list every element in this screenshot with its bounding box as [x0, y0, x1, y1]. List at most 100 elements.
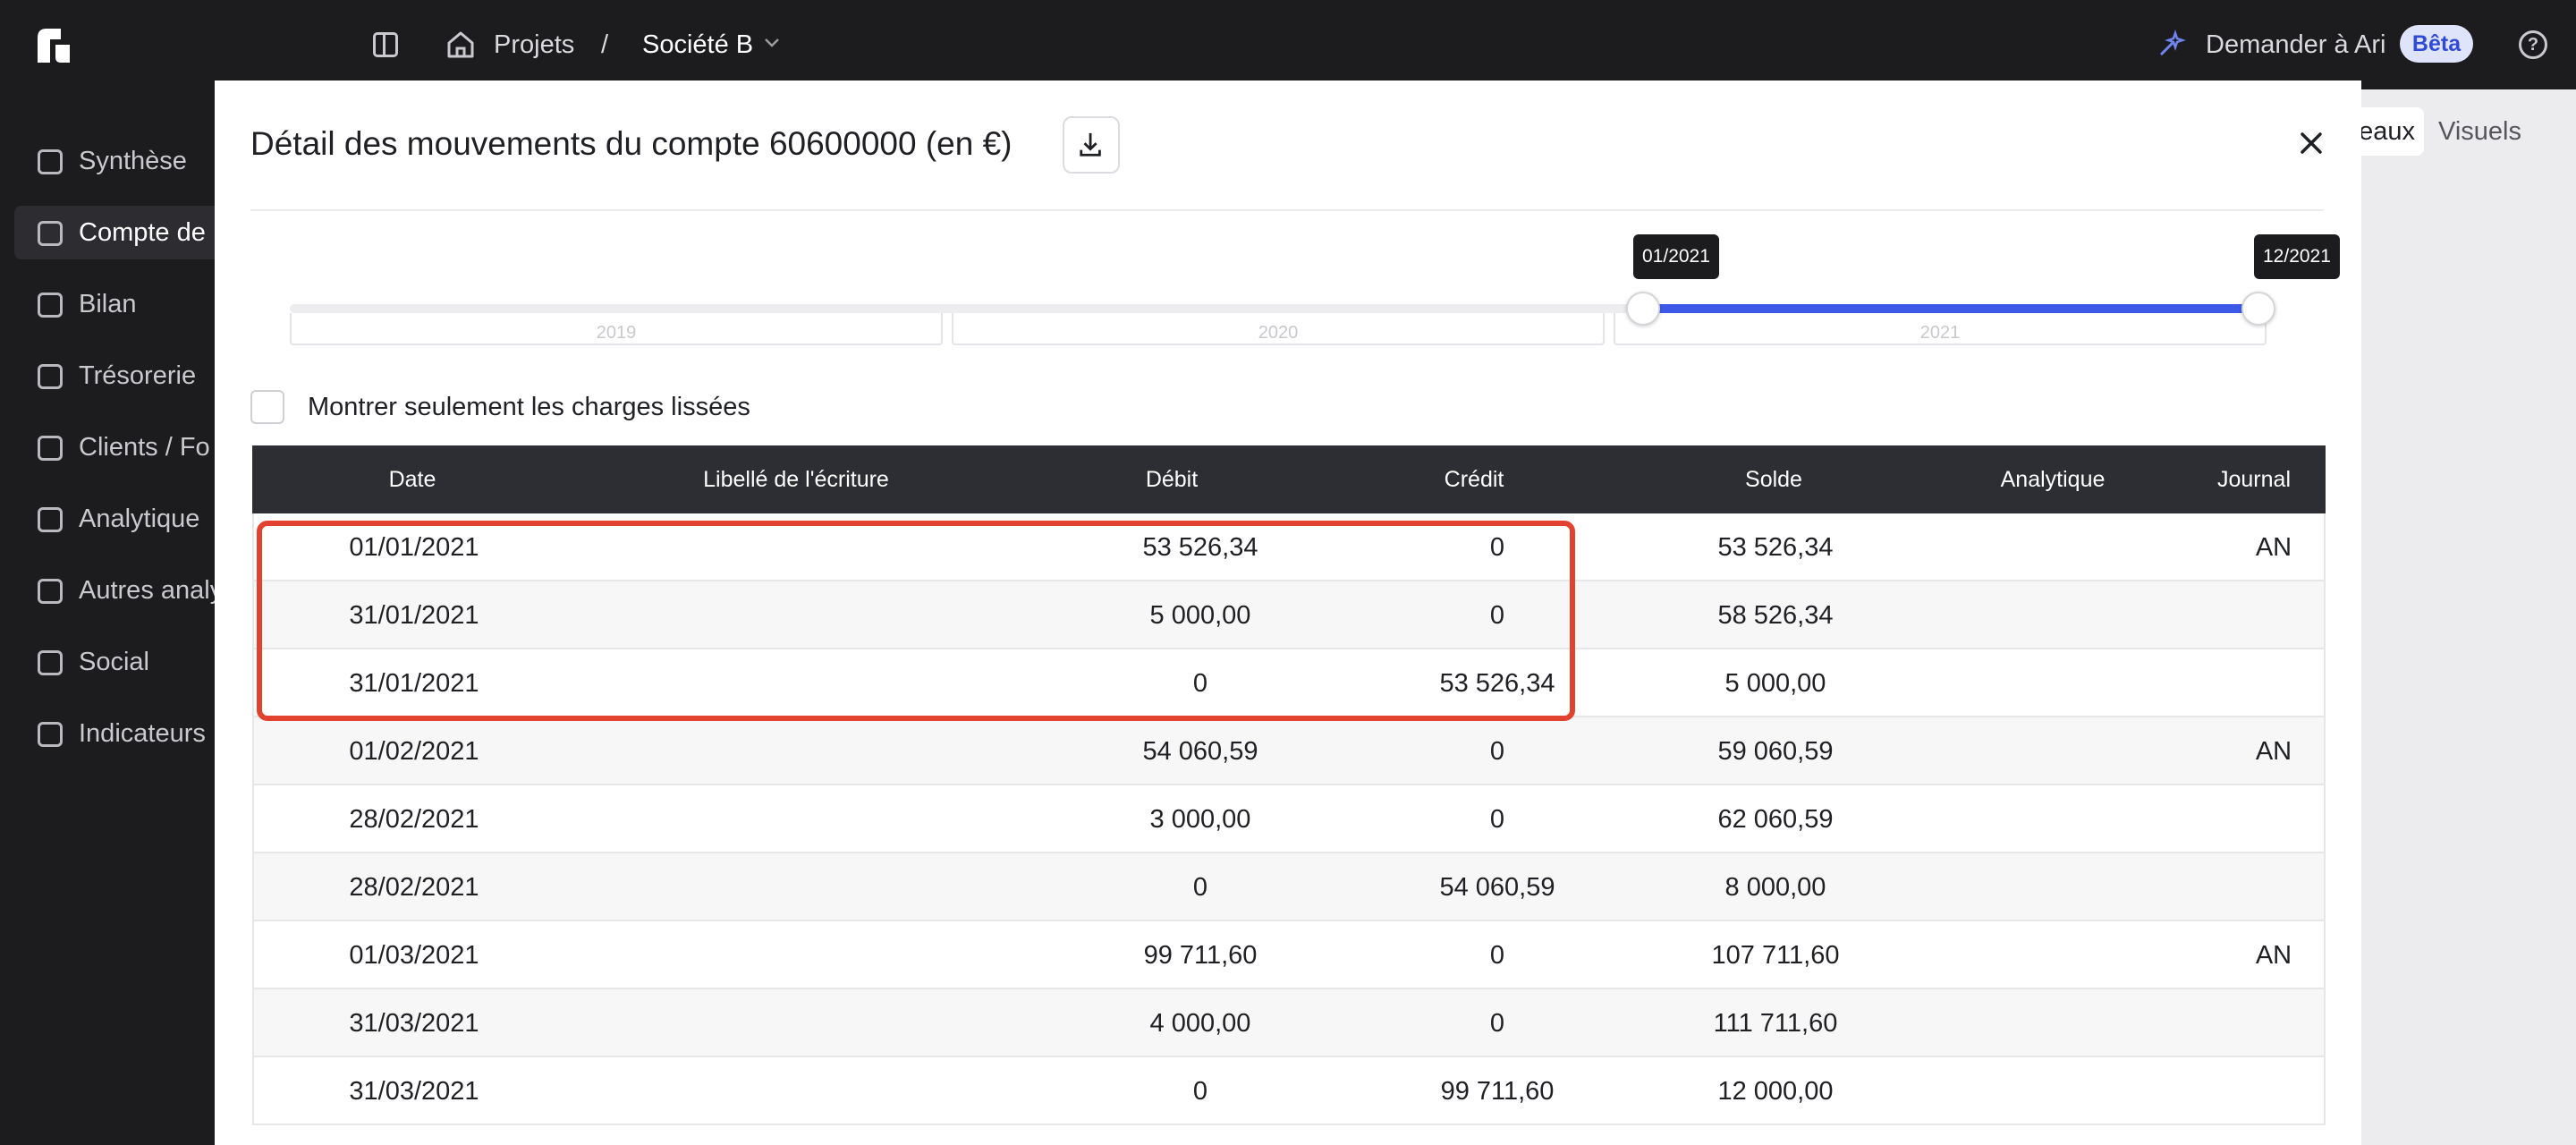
download-icon [1080, 132, 1101, 157]
cell-libelle [574, 989, 1021, 1057]
cell-solde: 58 526,34 [1717, 601, 1834, 630]
cell-credit: 54 060,59 [1439, 873, 1555, 902]
breadcrumb-company[interactable]: Société B [642, 27, 753, 63]
cell-analytique [1925, 581, 2184, 649]
slider-start-handle[interactable] [1626, 292, 1660, 326]
sidebar-item-compte-de-resultat[interactable]: Compte de [14, 206, 238, 259]
cell-libelle [574, 853, 1021, 921]
column-header-journal[interactable]: Journal [2182, 445, 2326, 513]
cell-solde: 8 000,00 [1724, 873, 1826, 902]
slider-end-tooltip: 12/2021 [2254, 234, 2340, 279]
gauge-icon [38, 722, 63, 747]
cell-analytique [1925, 649, 2184, 717]
column-header-credit[interactable]: Crédit [1324, 445, 1624, 513]
sidebar-item-bilan[interactable]: Bilan [14, 277, 238, 331]
pie-chart-icon [38, 507, 63, 532]
cell-journal: AN [2255, 941, 2292, 970]
cell-solde: 111 711,60 [1713, 1009, 1838, 1038]
book-icon [38, 293, 63, 318]
slider-start-tooltip: 01/2021 [1633, 234, 1719, 279]
sidebar-item-analytique[interactable]: Analytique [14, 492, 238, 546]
cell-journal: AN [2255, 533, 2292, 562]
cell-credit: 0 [1489, 737, 1505, 766]
sidebar-item-label: Clients / Fo [79, 433, 210, 462]
cell-debit: 0 [1192, 1077, 1208, 1106]
background-content [2361, 89, 2576, 1145]
sidebar-item-autres-analyses[interactable]: Autres analy [14, 564, 238, 617]
cell-journal [2202, 581, 2345, 649]
cell-credit: 99 711,60 [1440, 1077, 1555, 1106]
cell-date: 28/02/2021 [349, 805, 479, 834]
sidebar-item-social[interactable]: Social [14, 635, 238, 689]
slider-end-handle[interactable] [2241, 292, 2275, 326]
close-icon[interactable] [2288, 120, 2334, 166]
smoothed-charges-checkbox[interactable] [250, 390, 284, 424]
cell-date: 01/03/2021 [349, 941, 479, 970]
table-row[interactable]: 31/03/2021 0 99 711,60 12 000,00 [252, 1057, 2326, 1125]
column-header-libelle[interactable]: Libellé de l'écriture [572, 445, 1020, 513]
cell-analytique [1925, 921, 2184, 989]
column-header-analytique[interactable]: Analytique [1923, 445, 2182, 513]
breadcrumb-projects[interactable]: Projets [494, 27, 574, 63]
cell-analytique [1925, 785, 2184, 853]
cell-journal [2202, 853, 2345, 921]
cell-date: 31/03/2021 [349, 1009, 479, 1038]
beta-badge: Bêta [2400, 25, 2473, 63]
slider-selected-range [1643, 304, 2258, 313]
sidebar-item-label: Bilan [79, 290, 137, 318]
smoothed-charges-label[interactable]: Montrer seulement les charges lissées [308, 390, 750, 424]
year-label: 2021 [1919, 323, 1961, 343]
sidebar-item-synthese[interactable]: Synthèse [14, 134, 238, 188]
sidebar-item-label: Synthèse [79, 147, 187, 175]
cell-debit: 54 060,59 [1142, 737, 1258, 766]
sidebar-item-label: Social [79, 648, 149, 676]
cell-journal [2202, 649, 2345, 717]
cell-debit: 0 [1192, 873, 1208, 902]
home-icon[interactable] [445, 30, 476, 60]
cell-debit: 4 000,00 [1149, 1009, 1251, 1038]
cell-debit: 3 000,00 [1149, 805, 1251, 834]
table-row[interactable]: 01/02/2021 54 060,59 0 59 060,59 AN [252, 717, 2326, 785]
cell-journal: AN [2255, 737, 2292, 766]
column-header-date[interactable]: Date [252, 445, 572, 513]
bar-chart-icon [38, 221, 63, 246]
sidebar-toggle-icon[interactable] [373, 32, 398, 57]
cell-credit: 0 [1489, 1009, 1505, 1038]
cell-date: 01/02/2021 [349, 737, 479, 766]
cell-libelle [574, 717, 1021, 785]
sidebar-item-clients-fournisseurs[interactable]: Clients / Fo [14, 420, 238, 474]
chevron-down-icon[interactable] [763, 37, 781, 49]
sidebar-item-indicateurs[interactable]: Indicateurs [14, 707, 238, 760]
cell-journal [2202, 1057, 2345, 1125]
table-row[interactable]: 28/02/2021 3 000,00 0 62 060,59 [252, 785, 2326, 853]
cell-solde: 53 526,34 [1717, 533, 1834, 562]
cell-solde: 5 000,00 [1724, 669, 1826, 698]
column-header-debit[interactable]: Débit [1020, 445, 1324, 513]
table-row[interactable]: 01/03/2021 99 711,60 0 107 711,60 AN [252, 921, 2326, 989]
help-icon[interactable]: ? [2519, 30, 2547, 59]
cell-credit: 0 [1489, 805, 1505, 834]
year-label: 2019 [596, 323, 637, 343]
presentation-icon [38, 149, 63, 174]
year-label: 2020 [1258, 323, 1299, 343]
user-icon [38, 650, 63, 675]
download-button[interactable] [1063, 116, 1120, 174]
sidebar-item-label: Compte de [79, 218, 206, 247]
table-row[interactable]: 28/02/2021 0 54 060,59 8 000,00 [252, 853, 2326, 921]
cell-debit: 99 711,60 [1143, 941, 1258, 970]
column-header-solde[interactable]: Solde [1624, 445, 1923, 513]
cell-journal [2202, 989, 2345, 1057]
ask-ai-button[interactable]: Demander à Ari [2206, 27, 2386, 63]
divider [250, 209, 2324, 211]
sparkle-icon[interactable] [2156, 30, 2186, 60]
sidebar-item-label: Analytique [79, 505, 200, 533]
cell-date: 28/02/2021 [349, 873, 479, 902]
table-row[interactable]: 31/03/2021 4 000,00 0 111 711,60 [252, 989, 2326, 1057]
sidebar-item-tresorerie[interactable]: Trésorerie [14, 349, 238, 403]
users-building-icon [38, 436, 63, 461]
cell-libelle [574, 1057, 1021, 1125]
cell-solde: 12 000,00 [1717, 1077, 1834, 1106]
app-logo-icon[interactable] [34, 25, 73, 64]
tab-visuels[interactable]: Visuels [2438, 107, 2521, 156]
cell-analytique [1925, 853, 2184, 921]
